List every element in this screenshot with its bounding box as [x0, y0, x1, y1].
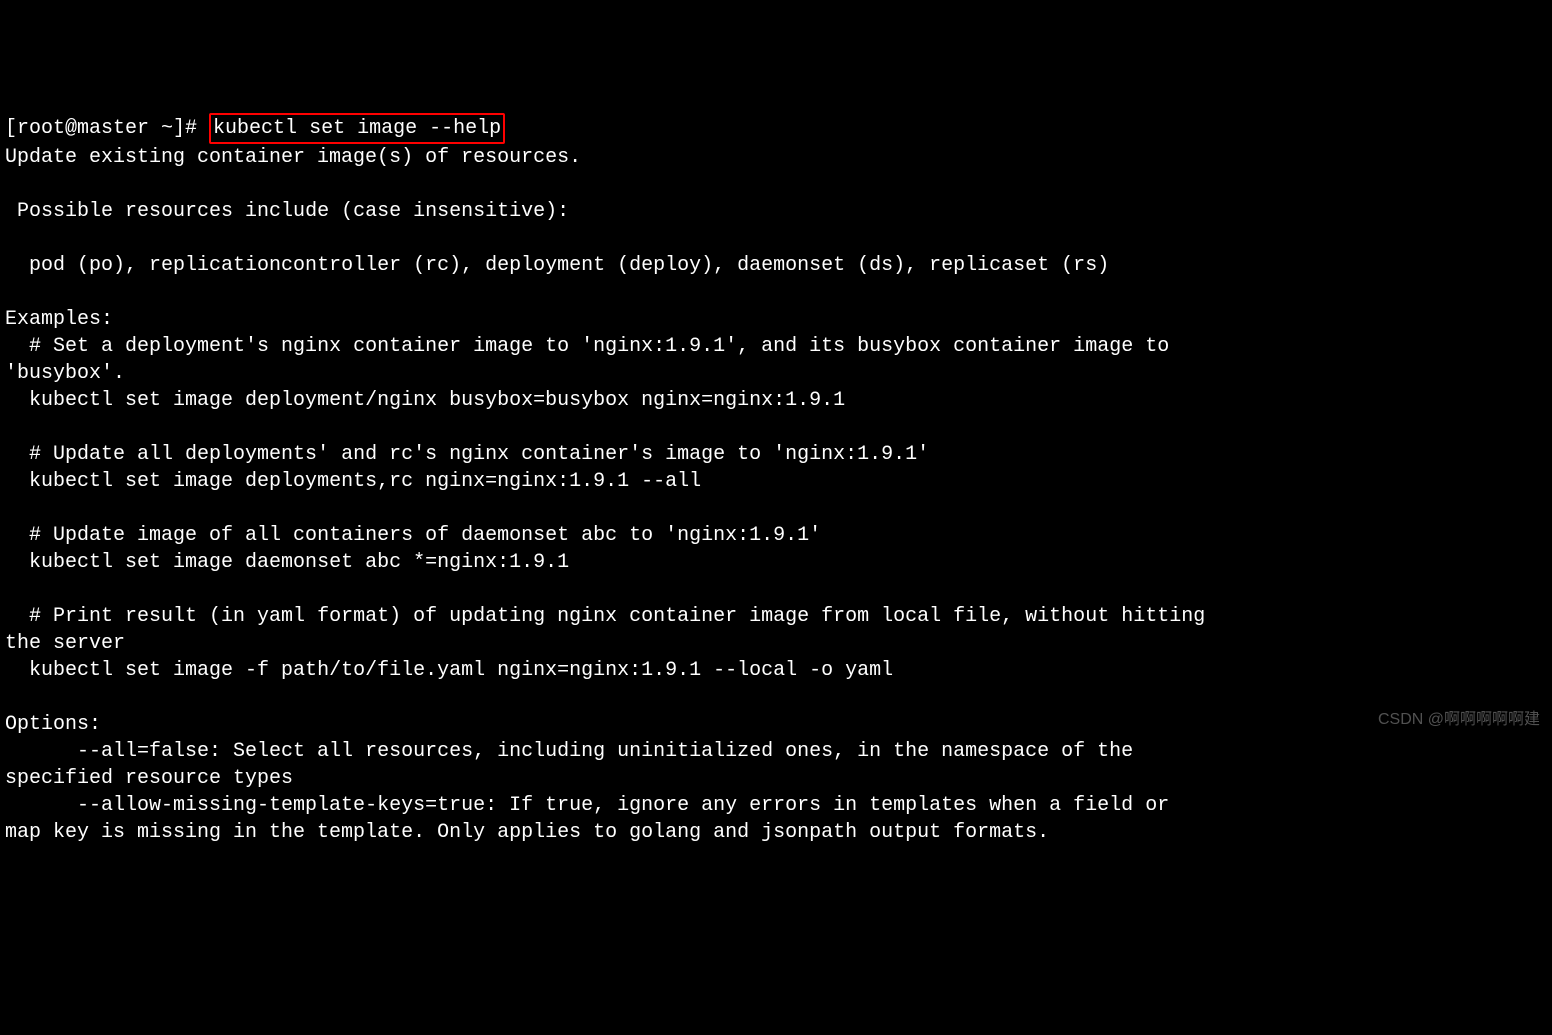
- output-line: kubectl set image deployment/nginx busyb…: [5, 389, 845, 412]
- output-line: # Update image of all containers of daem…: [5, 524, 821, 547]
- output-line: # Print result (in yaml format) of updat…: [5, 605, 1205, 628]
- command-highlight: kubectl set image --help: [209, 113, 505, 144]
- output-line: the server: [5, 632, 125, 655]
- output-line: map key is missing in the template. Only…: [5, 821, 1049, 844]
- output-line: pod (po), replicationcontroller (rc), de…: [5, 254, 1109, 277]
- output-line: kubectl set image deployments,rc nginx=n…: [5, 470, 701, 493]
- output-line: # Set a deployment's nginx container ima…: [5, 335, 1169, 358]
- output-line: Update existing container image(s) of re…: [5, 146, 581, 169]
- output-line: Options:: [5, 713, 101, 736]
- output-line: kubectl set image daemonset abc *=nginx:…: [5, 551, 569, 574]
- output-line: specified resource types: [5, 767, 293, 790]
- output-line: 'busybox'.: [5, 362, 125, 385]
- output-line: Examples:: [5, 308, 113, 331]
- shell-prompt: [root@master ~]#: [5, 117, 209, 140]
- output-line: Possible resources include (case insensi…: [5, 200, 569, 223]
- output-line: # Update all deployments' and rc's nginx…: [5, 443, 929, 466]
- output-line: --allow-missing-template-keys=true: If t…: [5, 794, 1169, 817]
- output-line: kubectl set image -f path/to/file.yaml n…: [5, 659, 893, 682]
- terminal-window[interactable]: [root@master ~]# kubectl set image --hel…: [5, 113, 1547, 846]
- command-text: kubectl set image --help: [213, 117, 501, 140]
- watermark-text: CSDN @啊啊啊啊啊建: [1378, 709, 1540, 731]
- output-line: --all=false: Select all resources, inclu…: [5, 740, 1133, 763]
